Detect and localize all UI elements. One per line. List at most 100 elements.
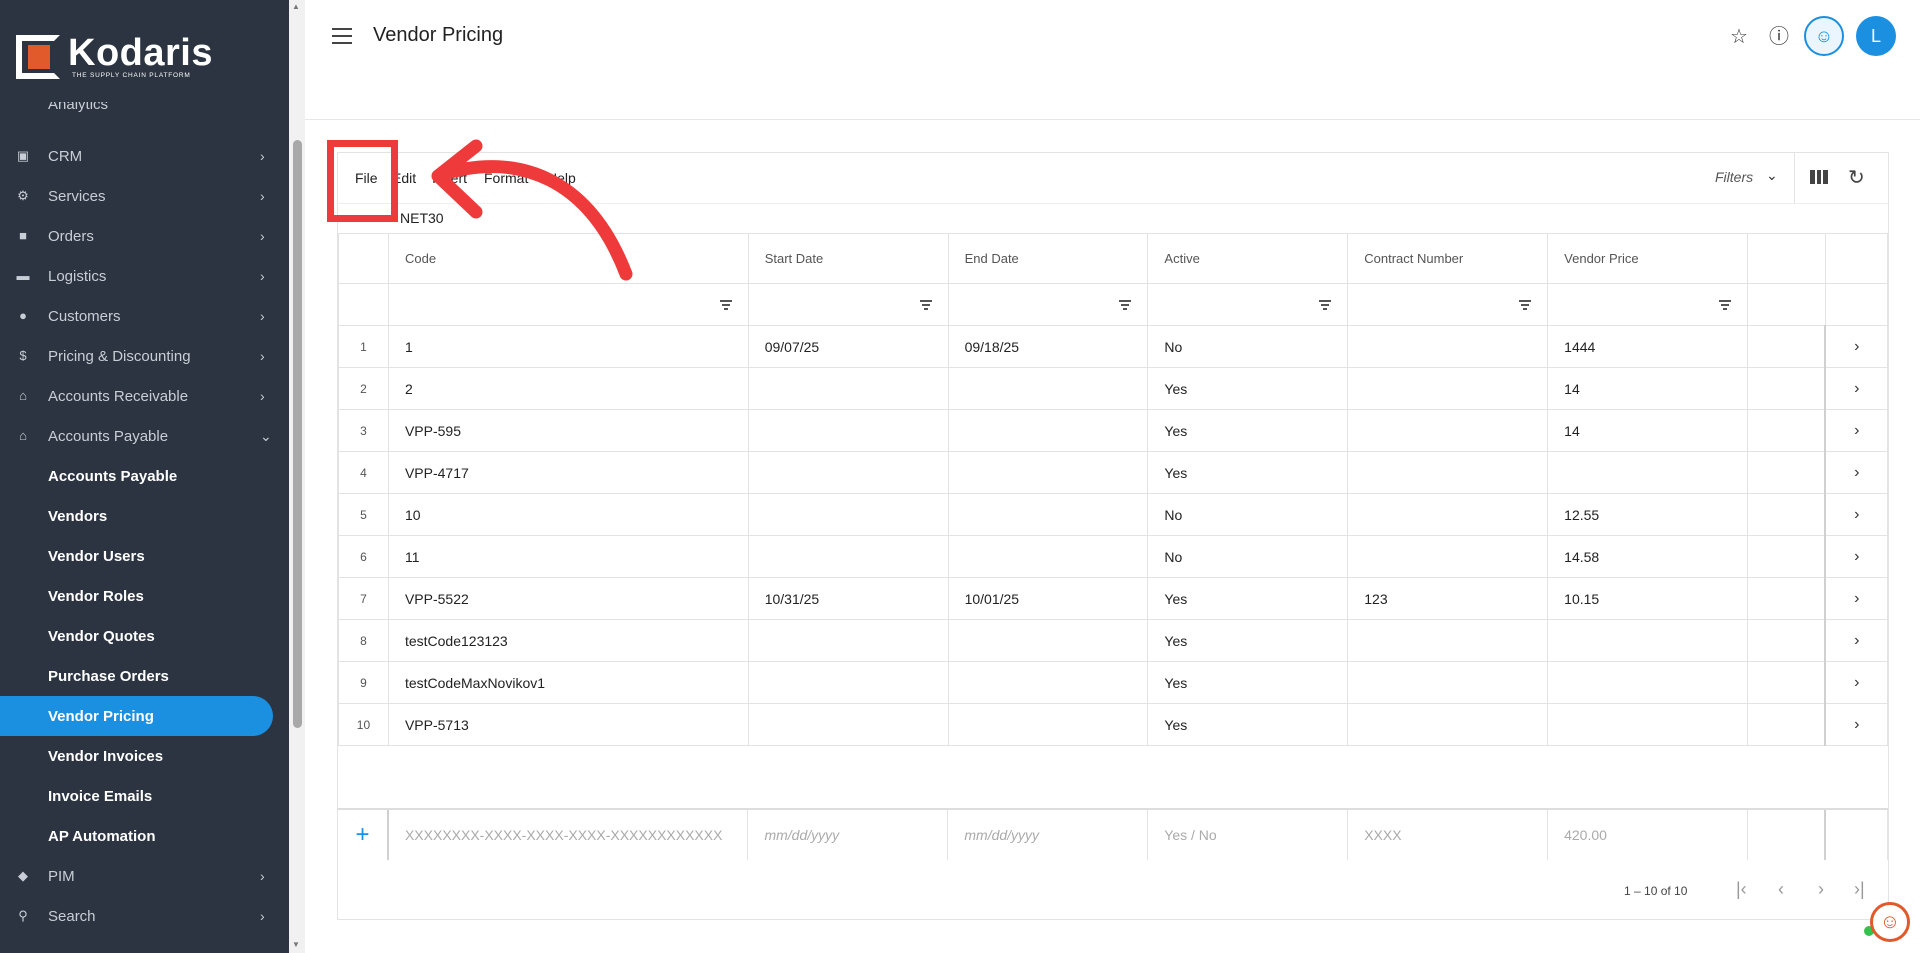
cell-vendor-price[interactable] bbox=[1547, 619, 1749, 662]
filter-icon[interactable] bbox=[1319, 299, 1332, 310]
cell-active[interactable]: No bbox=[1147, 535, 1349, 578]
table-row[interactable]: 10 VPP-5713 Yes › bbox=[338, 703, 1889, 746]
cell-active[interactable]: Yes bbox=[1147, 661, 1349, 704]
table-row[interactable]: 7 VPP-5522 10/31/25 10/01/25 Yes 123 10.… bbox=[338, 577, 1889, 620]
sidebar-subitem-ap-automation[interactable]: AP Automation bbox=[0, 816, 289, 856]
cell-end-date[interactable] bbox=[947, 535, 1149, 578]
cell-end-date[interactable] bbox=[947, 493, 1149, 536]
cell-contract-number[interactable] bbox=[1347, 493, 1549, 536]
row-open-button[interactable]: › bbox=[1824, 493, 1889, 536]
row-open-button[interactable]: › bbox=[1824, 577, 1889, 620]
table-row[interactable]: 3 VPP-595 Yes 14 › bbox=[338, 409, 1889, 452]
new-vendor-price-input[interactable]: 420.00 bbox=[1547, 810, 1748, 860]
cell-active[interactable]: Yes bbox=[1147, 409, 1349, 452]
assistant-bot-icon[interactable]: ☺ bbox=[1804, 16, 1844, 56]
table-row[interactable]: 4 VPP-4717 Yes › bbox=[338, 451, 1889, 494]
cell-code[interactable]: testCode123123 bbox=[387, 619, 749, 662]
refresh-icon[interactable]: ↻ bbox=[1848, 165, 1865, 190]
cell-contract-number[interactable] bbox=[1347, 661, 1549, 704]
chat-support-icon[interactable]: ☺ bbox=[1870, 902, 1910, 942]
cell-start-date[interactable]: 09/07/25 bbox=[747, 325, 949, 368]
cell-code[interactable]: VPP-5522 bbox=[387, 577, 749, 620]
next-page-icon[interactable]: › bbox=[1818, 879, 1824, 900]
cell-start-date[interactable] bbox=[747, 535, 949, 578]
cell-code[interactable]: 11 bbox=[387, 535, 749, 578]
cell-vendor-price[interactable]: 14 bbox=[1547, 409, 1749, 452]
filter-cell-start-date[interactable] bbox=[747, 283, 949, 326]
kodaris-logo[interactable]: Kodaris THE SUPPLY CHAIN PLATFORM bbox=[16, 34, 213, 79]
star-icon[interactable]: ☆ bbox=[1728, 26, 1750, 48]
cell-active[interactable]: Yes bbox=[1147, 367, 1349, 410]
grid-breadcrumb[interactable]: NET30 bbox=[400, 210, 444, 226]
cell-contract-number[interactable]: 123 bbox=[1347, 577, 1549, 620]
table-row[interactable]: 5 10 No 12.55 › bbox=[338, 493, 1889, 536]
sidebar-subitem-vendor-invoices[interactable]: Vendor Invoices bbox=[0, 736, 289, 776]
new-end-date-input[interactable]: mm/dd/yyyy bbox=[947, 810, 1149, 860]
cell-vendor-price[interactable]: 12.55 bbox=[1547, 493, 1749, 536]
table-row[interactable]: 8 testCode123123 Yes › bbox=[338, 619, 1889, 662]
filter-icon[interactable] bbox=[919, 299, 932, 310]
filter-cell-contract-number[interactable] bbox=[1347, 283, 1549, 326]
table-row[interactable]: 2 2 Yes 14 › bbox=[338, 367, 1889, 410]
columns-icon[interactable] bbox=[1810, 170, 1829, 184]
sidebar-subitem-vendor-quotes[interactable]: Vendor Quotes bbox=[0, 616, 289, 656]
filter-icon[interactable] bbox=[1519, 299, 1532, 310]
cell-active[interactable]: No bbox=[1147, 493, 1349, 536]
new-code-input[interactable]: XXXXXXXX-XXXX-XXXX-XXXX-XXXXXXXXXXXX bbox=[387, 810, 749, 860]
user-avatar[interactable]: L bbox=[1856, 16, 1896, 56]
menu-insert[interactable]: Insert bbox=[432, 170, 467, 186]
menu-format[interactable]: Format bbox=[484, 170, 528, 186]
cell-vendor-price[interactable] bbox=[1547, 451, 1749, 494]
sidebar-item-orders[interactable]: ■ Orders › bbox=[0, 216, 289, 256]
cell-start-date[interactable]: 10/31/25 bbox=[747, 577, 949, 620]
cell-contract-number[interactable] bbox=[1347, 325, 1549, 368]
row-open-button[interactable]: › bbox=[1824, 367, 1889, 410]
column-header-code[interactable]: Code bbox=[387, 233, 749, 284]
cell-code[interactable]: VPP-4717 bbox=[387, 451, 749, 494]
row-open-button[interactable]: › bbox=[1824, 535, 1889, 578]
row-open-button[interactable]: › bbox=[1824, 325, 1889, 368]
sidebar-item-pricing[interactable]: $ Pricing & Discounting › bbox=[0, 336, 289, 376]
cell-end-date[interactable]: 10/01/25 bbox=[947, 577, 1149, 620]
cell-contract-number[interactable] bbox=[1347, 619, 1549, 662]
cell-start-date[interactable] bbox=[747, 493, 949, 536]
sidebar-scroll-thumb[interactable] bbox=[293, 140, 302, 728]
cell-code[interactable]: VPP-5713 bbox=[387, 703, 749, 746]
cell-contract-number[interactable] bbox=[1347, 703, 1549, 746]
row-open-button[interactable]: › bbox=[1824, 703, 1889, 746]
row-open-button[interactable]: › bbox=[1824, 619, 1889, 662]
sidebar-item-cutoff[interactable]: Analytics bbox=[0, 102, 289, 120]
cell-code[interactable]: VPP-595 bbox=[387, 409, 749, 452]
cell-active[interactable]: No bbox=[1147, 325, 1349, 368]
cell-vendor-price[interactable]: 1444 bbox=[1547, 325, 1749, 368]
cell-start-date[interactable] bbox=[747, 409, 949, 452]
cell-code[interactable]: 10 bbox=[387, 493, 749, 536]
sidebar-item-services[interactable]: ⚙ Services › bbox=[0, 176, 289, 216]
cell-active[interactable]: Yes bbox=[1147, 703, 1349, 746]
help-icon[interactable]: ⓘ bbox=[1768, 26, 1790, 48]
cell-start-date[interactable] bbox=[747, 451, 949, 494]
filters-button[interactable]: Filters bbox=[1715, 169, 1753, 185]
cell-active[interactable]: Yes bbox=[1147, 619, 1349, 662]
cell-code[interactable]: 2 bbox=[387, 367, 749, 410]
sidebar-item-search[interactable]: ⚲ Search › bbox=[0, 896, 289, 936]
filter-cell-code[interactable] bbox=[387, 283, 749, 326]
cell-end-date[interactable]: 09/18/25 bbox=[947, 325, 1149, 368]
cell-end-date[interactable] bbox=[947, 409, 1149, 452]
cell-end-date[interactable] bbox=[947, 619, 1149, 662]
filter-icon[interactable] bbox=[1119, 299, 1132, 310]
column-header-contract-number[interactable]: Contract Number bbox=[1347, 233, 1549, 284]
filter-icon[interactable] bbox=[719, 299, 732, 310]
row-open-button[interactable]: › bbox=[1824, 661, 1889, 704]
chevron-down-icon[interactable]: ⌄ bbox=[1766, 167, 1778, 184]
sidebar-item-logistics[interactable]: ▬ Logistics › bbox=[0, 256, 289, 296]
menu-help[interactable]: Help bbox=[547, 170, 576, 186]
row-open-button[interactable]: › bbox=[1824, 451, 1889, 494]
cell-vendor-price[interactable] bbox=[1547, 661, 1749, 704]
cell-end-date[interactable] bbox=[947, 451, 1149, 494]
cell-contract-number[interactable] bbox=[1347, 451, 1549, 494]
cell-active[interactable]: Yes bbox=[1147, 451, 1349, 494]
filter-cell-active[interactable] bbox=[1147, 283, 1349, 326]
table-row[interactable]: 6 11 No 14.58 › bbox=[338, 535, 1889, 578]
cell-start-date[interactable] bbox=[747, 703, 949, 746]
